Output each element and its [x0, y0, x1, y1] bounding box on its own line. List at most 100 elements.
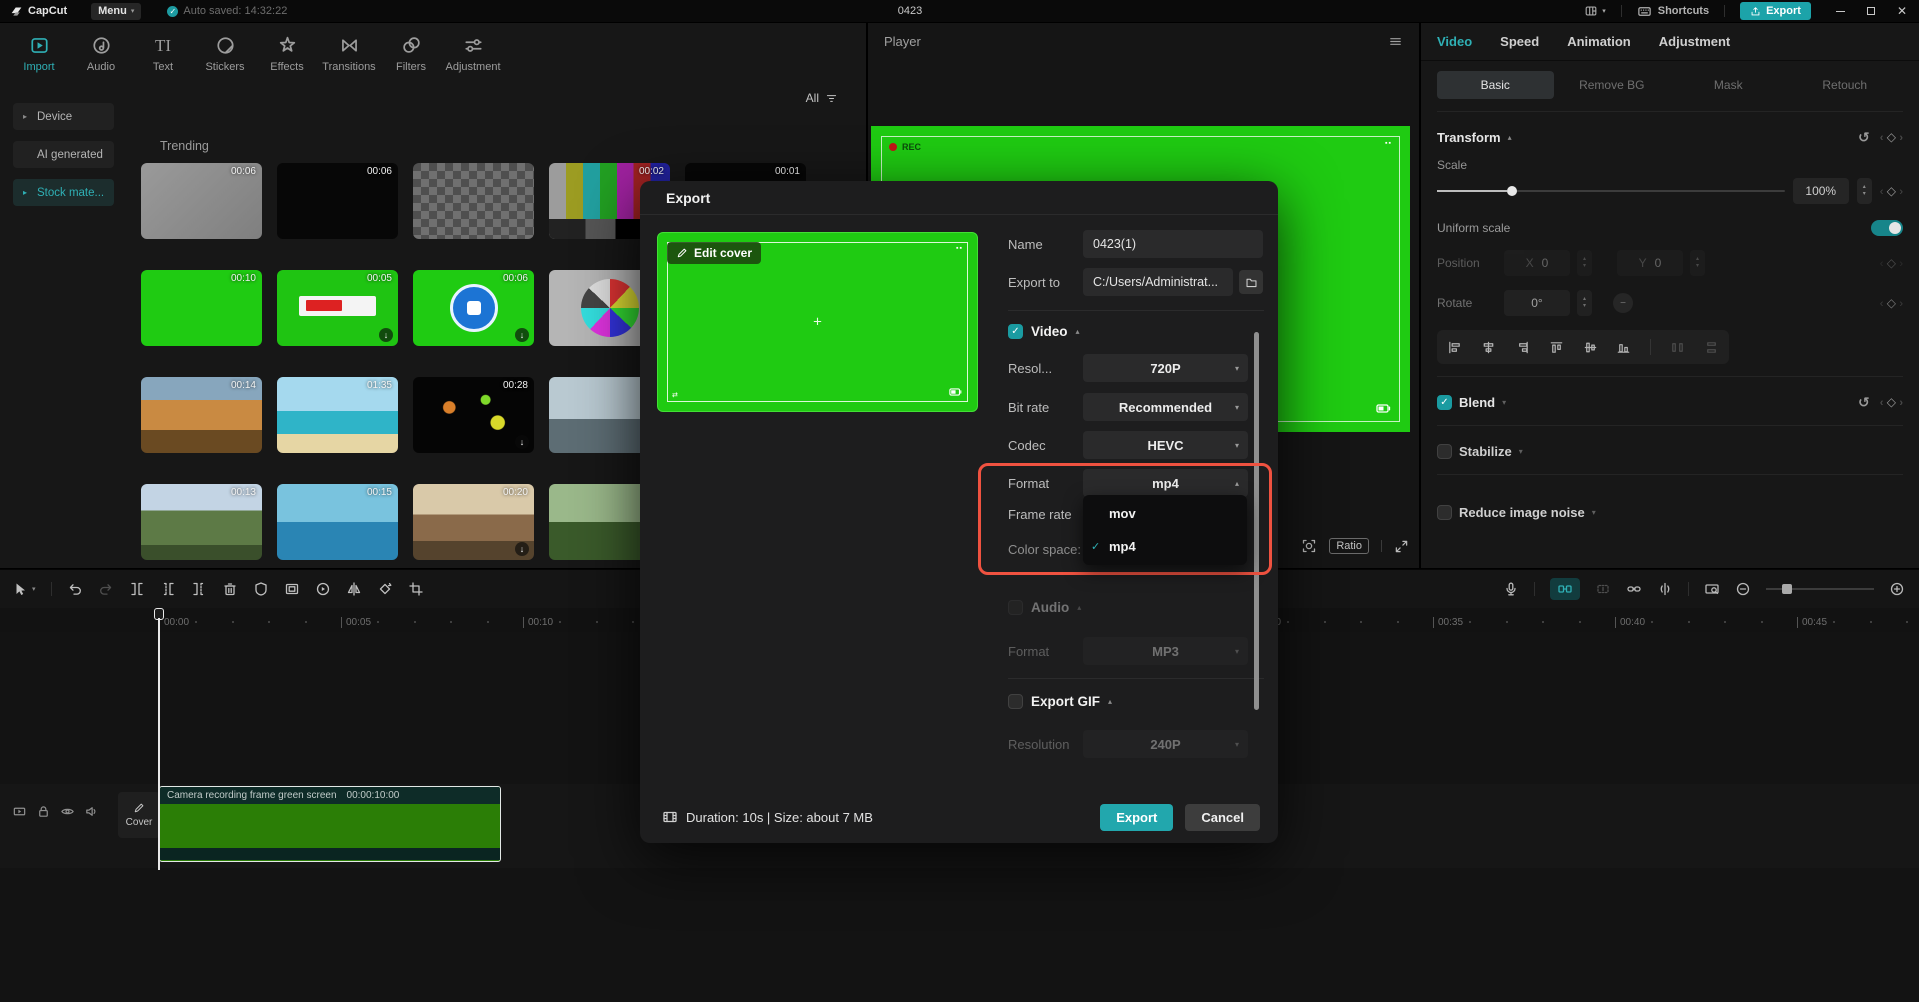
media-thumbnail[interactable]: 00:10	[141, 270, 262, 346]
media-thumbnail[interactable]: 01:35	[277, 377, 398, 453]
media-thumbnail[interactable]: 00:13	[141, 484, 262, 560]
library-filter[interactable]: All	[806, 91, 838, 105]
media-thumbnail[interactable]	[413, 163, 534, 239]
tab-video[interactable]: Video	[1437, 34, 1472, 49]
mute-icon[interactable]	[84, 804, 99, 819]
keyframe-control[interactable]: ‹ ◇ ›	[1880, 256, 1903, 270]
export-top-button[interactable]: Export	[1740, 2, 1811, 20]
snap-toggle-button[interactable]	[1550, 578, 1580, 600]
record-voiceover-icon[interactable]	[1503, 581, 1519, 597]
align-left-icon[interactable]	[1447, 340, 1462, 355]
stabilize-checkbox[interactable]	[1437, 444, 1452, 459]
delete-left-icon[interactable]	[160, 581, 176, 597]
scale-value[interactable]: 100%	[1793, 178, 1849, 204]
fullscreen-icon[interactable]	[1394, 539, 1409, 554]
reset-icon[interactable]: ↺	[1858, 129, 1870, 146]
noise-checkbox[interactable]	[1437, 505, 1452, 520]
position-y-stepper[interactable]: ▴▾	[1690, 250, 1705, 276]
scale-stepper[interactable]: ▴▾	[1857, 178, 1872, 204]
auto-cut-icon[interactable]	[1595, 581, 1611, 597]
format-select[interactable]: mp4▴	[1083, 469, 1248, 497]
lock-icon[interactable]	[36, 804, 51, 819]
shortcuts-button[interactable]: Shortcuts	[1637, 4, 1709, 19]
align-bottom-icon[interactable]	[1616, 340, 1631, 355]
position-x-field[interactable]: X0	[1504, 250, 1570, 276]
tab-animation[interactable]: Animation	[1567, 34, 1631, 49]
tab-adjustment[interactable]: Adjustment	[442, 31, 504, 73]
sidebar-item-ai-generated[interactable]: AI generated	[13, 141, 114, 168]
eye-icon[interactable]	[60, 804, 75, 819]
zoom-in-icon[interactable]	[1889, 581, 1905, 597]
resolution-select[interactable]: 720P▾	[1083, 354, 1248, 382]
stabilize-section-header[interactable]: Stabilize ▾	[1437, 440, 1903, 462]
media-thumbnail[interactable]: 00:14	[141, 377, 262, 453]
audio-format-select[interactable]: MP3▾	[1083, 637, 1248, 665]
blend-checkbox[interactable]: ✓	[1437, 395, 1452, 410]
redo-icon[interactable]	[98, 581, 114, 597]
tab-import[interactable]: Import	[8, 31, 70, 73]
split-icon[interactable]	[129, 581, 145, 597]
align-middle-vertical-icon[interactable]	[1583, 340, 1598, 355]
download-icon[interactable]: ↓	[515, 328, 529, 342]
media-thumbnail[interactable]: 00:06	[141, 163, 262, 239]
position-x-stepper[interactable]: ▴▾	[1577, 250, 1592, 276]
tab-stickers[interactable]: Stickers	[194, 31, 256, 73]
media-thumbnail[interactable]: 00:20↓	[413, 484, 534, 560]
keyframe-control[interactable]: ‹ ◇ ›	[1880, 395, 1903, 409]
download-icon[interactable]: ↓	[379, 328, 393, 342]
rotate-stepper[interactable]: ▴▾	[1577, 290, 1592, 316]
edit-cover-button[interactable]: Edit cover	[667, 242, 761, 264]
zoom-out-icon[interactable]	[1735, 581, 1751, 597]
tab-speed[interactable]: Speed	[1500, 34, 1539, 49]
format-option-mov[interactable]: mov	[1083, 497, 1247, 530]
align-center-horizontal-icon[interactable]	[1481, 340, 1496, 355]
mask-icon[interactable]	[253, 581, 269, 597]
scale-slider[interactable]	[1437, 184, 1785, 198]
align-top-icon[interactable]	[1549, 340, 1564, 355]
link-icon[interactable]	[1626, 581, 1642, 597]
bitrate-select[interactable]: Recommended▾	[1083, 393, 1248, 421]
preview-axis-icon[interactable]	[1704, 581, 1720, 597]
mirror-icon[interactable]	[346, 581, 362, 597]
distribute-vertical-icon[interactable]	[1704, 340, 1719, 355]
tab-effects[interactable]: Effects	[256, 31, 318, 73]
uniform-scale-toggle[interactable]	[1871, 220, 1903, 236]
gif-resolution-select[interactable]: 240P▾	[1083, 730, 1248, 758]
position-y-field[interactable]: Y0	[1617, 250, 1683, 276]
media-thumbnail[interactable]: 00:05↓	[277, 270, 398, 346]
codec-select[interactable]: HEVC▾	[1083, 431, 1248, 459]
menu-button[interactable]: Menu ▾	[91, 3, 141, 20]
close-icon[interactable]: ✕	[1897, 5, 1907, 17]
menu-icon[interactable]	[1388, 34, 1403, 49]
tab-text[interactable]: TI Text	[132, 31, 194, 73]
ratio-button[interactable]: Ratio	[1329, 538, 1369, 554]
layout-button[interactable]: ▾	[1584, 4, 1606, 18]
name-input[interactable]: 0423(1)	[1083, 230, 1263, 258]
reset-icon[interactable]: ↺	[1858, 394, 1870, 411]
keyframe-control[interactable]: ‹ ◇ ›	[1880, 130, 1903, 144]
freeze-frame-icon[interactable]	[315, 581, 331, 597]
video-checkbox[interactable]: ✓	[1008, 324, 1023, 339]
undo-icon[interactable]	[67, 581, 83, 597]
slider-handle[interactable]	[1782, 584, 1792, 594]
download-icon[interactable]: ↓	[515, 542, 529, 556]
dialog-scrollbar[interactable]	[1254, 332, 1259, 710]
slider-handle[interactable]	[1507, 186, 1517, 196]
subtab-basic[interactable]: Basic	[1437, 71, 1554, 99]
browse-folder-button[interactable]	[1239, 270, 1263, 294]
overlay-icon[interactable]	[284, 581, 300, 597]
subtab-remove-bg[interactable]: Remove BG	[1554, 71, 1671, 99]
export-path-input[interactable]: C:/Users/Administrat...	[1083, 268, 1233, 296]
delete-right-icon[interactable]	[191, 581, 207, 597]
tab-transitions[interactable]: Transitions	[318, 31, 380, 73]
distribute-horizontal-icon[interactable]	[1670, 340, 1685, 355]
timeline-clip[interactable]: Camera recording frame green screen 00:0…	[159, 786, 501, 862]
noise-section-header[interactable]: Reduce image noise ▾	[1437, 501, 1903, 523]
keyframe-control[interactable]: ‹ ◇ ›	[1880, 296, 1903, 310]
crop-icon[interactable]	[408, 581, 424, 597]
gif-checkbox[interactable]	[1008, 694, 1023, 709]
media-thumbnail[interactable]: 00:06↓	[413, 270, 534, 346]
download-icon[interactable]: ↓	[515, 435, 529, 449]
minimize-icon[interactable]	[1836, 11, 1845, 12]
format-option-mp4[interactable]: ✓ mp4	[1083, 530, 1247, 563]
